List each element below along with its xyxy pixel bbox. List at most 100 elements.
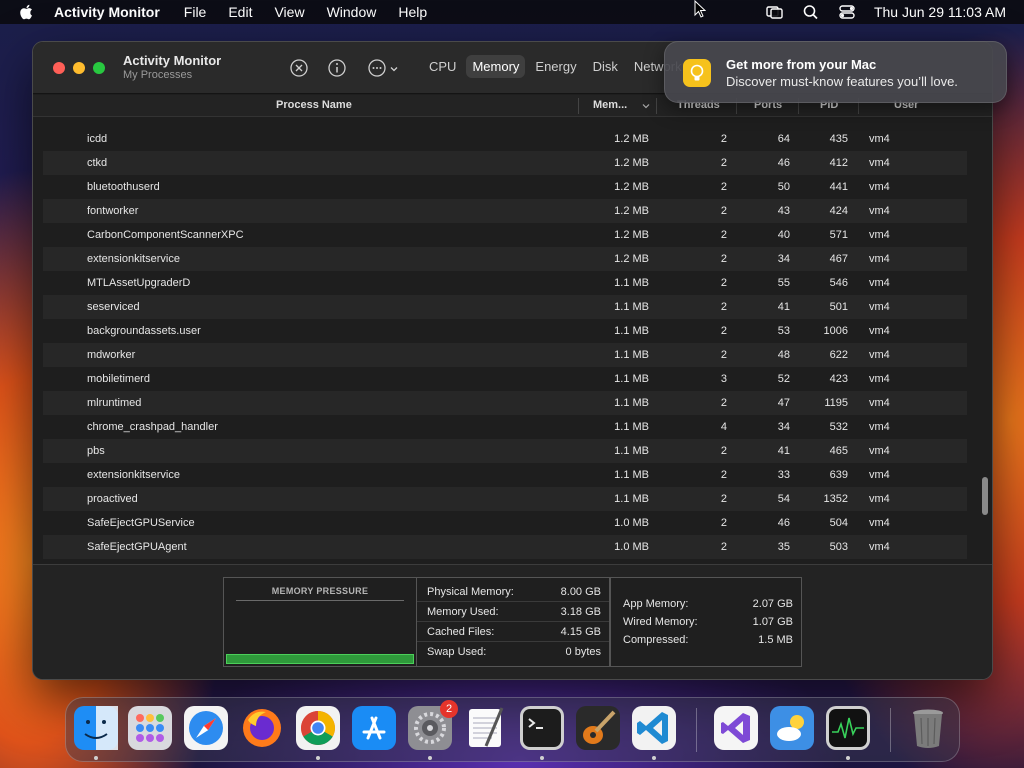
user-cell: vm4 [869, 253, 890, 265]
threads-cell: 2 [720, 325, 727, 337]
dock-weather[interactable] [770, 706, 814, 750]
user-cell: vm4 [869, 445, 890, 457]
inspect-process-button[interactable] [327, 58, 347, 78]
activity-monitor-icon [826, 706, 870, 750]
tab-energy[interactable]: Energy [529, 55, 582, 78]
spotlight-search-icon[interactable] [802, 4, 820, 20]
mouse-pointer-icon [694, 0, 706, 18]
minimize-window-button[interactable] [73, 62, 85, 74]
more-actions-button[interactable] [367, 58, 403, 78]
dock-finder[interactable] [74, 706, 118, 750]
table-row[interactable]: backgroundassets.user 1.1 MB 2 53 1006 vm4 [43, 319, 967, 343]
info-icon [328, 59, 346, 77]
dock-terminal[interactable] [520, 706, 564, 750]
physical-memory-value: 8.00 GB [560, 586, 601, 598]
ports-cell: 41 [777, 445, 790, 457]
table-scrollbar[interactable] [982, 477, 988, 515]
table-row[interactable]: proactived 1.1 MB 2 54 1352 vm4 [43, 487, 967, 511]
screen-mirroring-icon[interactable] [766, 4, 784, 20]
table-row[interactable]: seserviced 1.1 MB 2 41 501 vm4 [43, 295, 967, 319]
process-name-cell: proactived [87, 493, 138, 505]
threads-cell: 2 [720, 253, 727, 265]
table-row[interactable]: MTLAssetUpgraderD 1.1 MB 2 55 546 vm4 [43, 271, 967, 295]
memory-cell: 1.2 MB [614, 157, 649, 169]
table-row[interactable]: CarbonComponentScannerXPC 1.2 MB 2 40 571 vm4 [43, 223, 967, 247]
memory-cell: 1.2 MB [614, 205, 649, 217]
weather-icon [770, 706, 814, 750]
stop-process-button[interactable] [289, 58, 309, 78]
menu-clock[interactable]: Thu Jun 29 11:03 AM [874, 4, 1006, 20]
ports-cell: 64 [777, 133, 790, 145]
user-cell: vm4 [869, 301, 890, 313]
ports-cell: 46 [777, 157, 790, 169]
notification-title: Get more from your Mac [726, 57, 877, 72]
user-cell: vm4 [869, 541, 890, 553]
table-row[interactable]: pbs 1.1 MB 2 41 465 vm4 [43, 439, 967, 463]
process-name-cell: mobiletimerd [87, 373, 150, 385]
table-row[interactable]: bluetoothuserd 1.2 MB 2 50 441 vm4 [43, 175, 967, 199]
menu-help[interactable]: Help [398, 4, 427, 20]
dock-garageband[interactable] [576, 706, 620, 750]
table-row[interactable]: mobiletimerd 1.1 MB 3 52 423 vm4 [43, 367, 967, 391]
dock-launchpad[interactable] [128, 706, 172, 750]
dock-textedit[interactable] [464, 706, 508, 750]
dock-trash[interactable] [906, 706, 950, 750]
dock-chrome[interactable] [296, 706, 340, 750]
table-row[interactable]: fontworker 1.2 MB 2 43 424 vm4 [43, 199, 967, 223]
user-cell: vm4 [869, 325, 890, 337]
threads-cell: 2 [720, 493, 727, 505]
ports-cell: 47 [777, 397, 790, 409]
dock-visual-studio[interactable] [714, 706, 758, 750]
dock-app-store[interactable] [352, 706, 396, 750]
threads-cell: 2 [720, 301, 727, 313]
sort-descending-icon [642, 104, 650, 109]
threads-cell: 2 [720, 541, 727, 553]
ports-cell: 46 [777, 517, 790, 529]
tab-cpu[interactable]: CPU [423, 55, 462, 78]
column-header-process-name[interactable]: Process Name [276, 99, 352, 111]
control-center-icon[interactable] [838, 4, 856, 20]
memory-cell: 1.1 MB [614, 301, 649, 313]
zoom-window-button[interactable] [93, 62, 105, 74]
memory-cell: 1.1 MB [614, 445, 649, 457]
user-cell: vm4 [869, 157, 890, 169]
table-row[interactable]: SafeEjectGPUAgent 1.0 MB 2 35 503 vm4 [43, 535, 967, 559]
column-header-memory[interactable]: Mem... [593, 99, 627, 111]
tips-notification[interactable]: Get more from your Mac Discover must-kno… [664, 41, 1007, 103]
menu-file[interactable]: File [184, 4, 207, 20]
menu-edit[interactable]: Edit [228, 4, 252, 20]
table-row[interactable]: SafeEjectGPUService 1.0 MB 2 46 504 vm4 [43, 511, 967, 535]
dock-vscode[interactable] [632, 706, 676, 750]
table-row[interactable]: chrome_crashpad_handler 1.1 MB 4 34 532 vm4 [43, 415, 967, 439]
apple-logo-icon[interactable] [18, 3, 36, 21]
table-row[interactable]: mlruntimed 1.1 MB 2 47 1195 vm4 [43, 391, 967, 415]
menu-window[interactable]: Window [327, 4, 377, 20]
user-cell: vm4 [869, 349, 890, 361]
table-row[interactable]: icdd 1.2 MB 2 64 435 vm4 [43, 127, 967, 151]
close-window-button[interactable] [53, 62, 65, 74]
tab-disk[interactable]: Disk [587, 55, 624, 78]
dock-activity-monitor[interactable] [826, 706, 870, 750]
table-row[interactable]: extensionkitservice 1.2 MB 2 34 467 vm4 [43, 247, 967, 271]
table-row[interactable]: ctkd 1.2 MB 2 46 412 vm4 [43, 151, 967, 175]
app-memory-label: App Memory: [623, 598, 689, 610]
swap-used-label: Swap Used: [427, 646, 487, 658]
memory-used-label: Memory Used: [427, 606, 499, 618]
process-name-cell: icdd [87, 133, 108, 145]
dock-firefox[interactable] [240, 706, 284, 750]
user-cell: vm4 [869, 397, 890, 409]
table-row[interactable]: mdworker 1.1 MB 2 48 622 vm4 [43, 343, 967, 367]
cached-files-row: Cached Files: 4.15 GB [417, 622, 609, 642]
dock-safari[interactable] [184, 706, 228, 750]
menu-app-name[interactable]: Activity Monitor [54, 4, 160, 20]
tab-memory[interactable]: Memory [466, 55, 526, 78]
ports-cell: 34 [777, 421, 790, 433]
notification-body: Discover must-know features you’ll love. [726, 74, 958, 89]
user-cell: vm4 [869, 229, 890, 241]
tab-bar: CPU Memory Energy Disk Network [423, 55, 688, 78]
table-row[interactable]: extensionkitservice 1.1 MB 2 33 639 vm4 [43, 463, 967, 487]
menu-view[interactable]: View [274, 4, 304, 20]
window-title: Activity Monitor [123, 53, 222, 68]
dock-system-settings[interactable]: 2 [408, 700, 458, 750]
memory-used-row: Memory Used: 3.18 GB [417, 602, 609, 622]
